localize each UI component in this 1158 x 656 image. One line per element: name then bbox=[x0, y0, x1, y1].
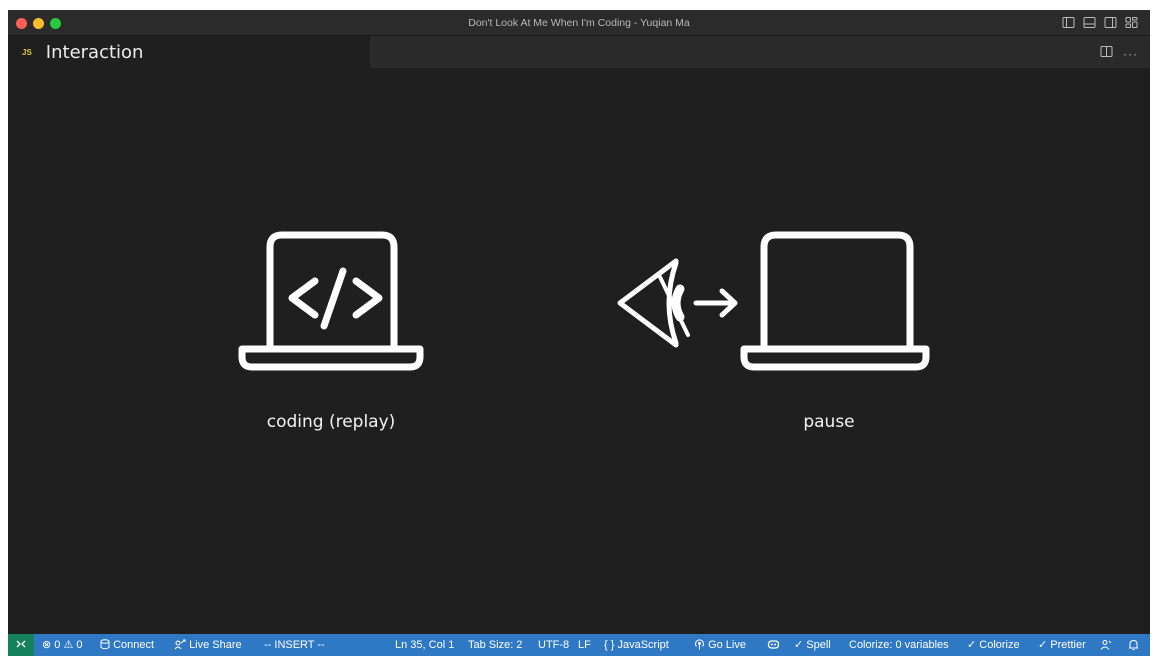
cursor-position[interactable]: Ln 35, Col 1 bbox=[395, 639, 454, 651]
connect-button[interactable]: Connect bbox=[100, 639, 154, 651]
laptop-code-icon bbox=[238, 231, 424, 371]
toggle-secondary-sidebar-icon[interactable] bbox=[1104, 16, 1117, 29]
feedback-icon[interactable] bbox=[1100, 639, 1112, 652]
line-ending[interactable]: LF bbox=[578, 639, 591, 651]
go-live-label: Go Live bbox=[708, 639, 746, 651]
copilot-icon[interactable] bbox=[767, 639, 780, 651]
customize-layout-icon[interactable] bbox=[1125, 16, 1138, 29]
colorize-variables-status[interactable]: Colorize: 0 variables bbox=[849, 639, 949, 651]
remote-icon[interactable] bbox=[8, 634, 34, 656]
toggle-primary-sidebar-icon[interactable] bbox=[1062, 16, 1075, 29]
prettier-status[interactable]: ✓ Prettier bbox=[1038, 639, 1086, 651]
layout-controls bbox=[1062, 16, 1138, 29]
connect-label: Connect bbox=[113, 639, 155, 651]
language-mode[interactable]: { } JavaScript bbox=[604, 639, 669, 651]
editor-actions: ··· bbox=[1100, 45, 1138, 63]
encoding[interactable]: UTF-8 bbox=[538, 639, 569, 651]
title-bar: Don't Look At Me When I'm Coding - Yuqia… bbox=[8, 10, 1150, 36]
more-actions-icon[interactable]: ··· bbox=[1123, 48, 1138, 60]
database-icon bbox=[100, 639, 113, 651]
editor-tab-bar: JS Interaction ··· bbox=[8, 36, 1150, 68]
colorize-status[interactable]: ✓ Colorize bbox=[967, 639, 1020, 651]
caption-coding: coding (replay) bbox=[266, 412, 396, 432]
vim-mode-indicator: -- INSERT -- bbox=[264, 639, 325, 651]
status-bar: ⊗ 0 ⚠ 0 Connect Live Share -- INSERT -- … bbox=[8, 634, 1150, 656]
toggle-panel-icon[interactable] bbox=[1083, 16, 1096, 29]
tab-interaction[interactable]: JS Interaction bbox=[8, 36, 370, 68]
notifications-bell-icon[interactable] bbox=[1128, 639, 1139, 652]
live-share-button[interactable]: Live Share bbox=[174, 639, 242, 651]
editor-content: coding (replay) pause bbox=[8, 68, 1150, 634]
eye-arrow-laptop-icon bbox=[617, 231, 930, 371]
go-live-button[interactable]: Go Live bbox=[694, 639, 746, 651]
problems-indicator[interactable]: ⊗ 0 ⚠ 0 bbox=[42, 639, 82, 651]
caption-pause: pause bbox=[803, 412, 855, 432]
broadcast-icon bbox=[694, 639, 708, 651]
spell-check-status[interactable]: ✓ Spell bbox=[794, 639, 831, 651]
live-share-icon bbox=[174, 639, 189, 651]
split-editor-icon[interactable] bbox=[1100, 45, 1113, 63]
app-window: Don't Look At Me When I'm Coding - Yuqia… bbox=[8, 10, 1150, 656]
javascript-file-icon: JS bbox=[22, 47, 32, 57]
tab-label: Interaction bbox=[45, 41, 144, 63]
window-title: Don't Look At Me When I'm Coding - Yuqia… bbox=[468, 17, 690, 29]
live-share-label: Live Share bbox=[189, 639, 242, 651]
tab-size[interactable]: Tab Size: 2 bbox=[468, 639, 522, 651]
